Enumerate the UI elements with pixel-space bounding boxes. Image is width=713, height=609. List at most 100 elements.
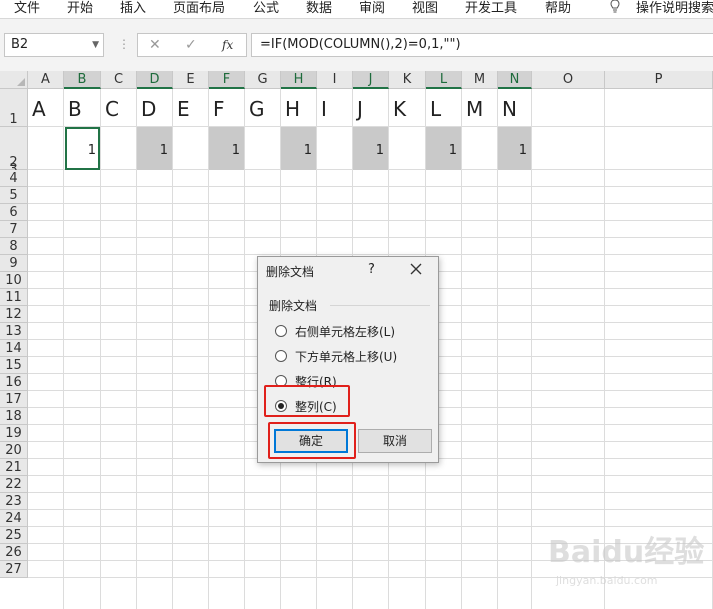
cell-J1[interactable]: J	[357, 97, 363, 121]
row-header-11[interactable]: 11	[0, 289, 28, 306]
dialog-title: 删除文档	[266, 265, 315, 279]
column-header-J[interactable]: J	[353, 71, 389, 89]
row-header-8[interactable]: 8	[0, 238, 28, 255]
cell-L2[interactable]: 1	[426, 143, 457, 158]
gridline	[28, 186, 713, 187]
row-header-12[interactable]: 12	[0, 306, 28, 323]
cell-D1[interactable]: D	[141, 97, 156, 121]
tab-page-layout[interactable]: 页面布局	[173, 0, 225, 16]
column-header-N[interactable]: N	[498, 71, 532, 89]
close-icon[interactable]	[408, 261, 424, 277]
column-header-B[interactable]: B	[64, 71, 101, 89]
cell-F1[interactable]: F	[213, 97, 225, 121]
group-label: 删除文档	[269, 299, 318, 313]
tab-help[interactable]: 帮助	[545, 0, 571, 16]
radio-shift-left[interactable]	[275, 325, 287, 337]
cell-I1[interactable]: I	[321, 97, 327, 121]
row-header-22[interactable]: 22	[0, 476, 28, 493]
baidu-watermark: Baidu经验 jingyan.baidu.com	[548, 527, 708, 605]
column-header-C[interactable]: C	[101, 71, 137, 89]
row-header-7[interactable]: 7	[0, 221, 28, 238]
option-label: 下方单元格上移(U)	[295, 350, 398, 364]
insert-function-icon[interactable]: fx	[222, 34, 233, 56]
cancel-button[interactable]: 取消	[358, 429, 432, 453]
help-button[interactable]: ?	[368, 262, 375, 277]
column-header-L[interactable]: L	[426, 71, 462, 89]
column-header-D[interactable]: D	[137, 71, 173, 89]
chevron-down-icon[interactable]: ▼	[92, 34, 99, 56]
cell-H2[interactable]: 1	[281, 143, 312, 158]
gridline	[28, 509, 713, 510]
cancel-formula-icon[interactable]: ✕	[149, 34, 161, 56]
row-header-27[interactable]: 27	[0, 561, 28, 578]
column-header-F[interactable]: F	[209, 71, 245, 89]
column-header-H[interactable]: H	[281, 71, 317, 89]
cell-M1[interactable]: M	[466, 97, 483, 121]
row-header-10[interactable]: 10	[0, 272, 28, 289]
tab-view[interactable]: 视图	[412, 0, 438, 16]
row-header-4[interactable]: 4	[0, 170, 28, 187]
cell-C1[interactable]: C	[105, 97, 119, 121]
row-header-20[interactable]: 20	[0, 442, 28, 459]
row-header-14[interactable]: 14	[0, 340, 28, 357]
column-header-P[interactable]: P	[605, 71, 713, 89]
cell-E1[interactable]: E	[177, 97, 190, 121]
cell-N1[interactable]: N	[502, 97, 517, 121]
row-header-1[interactable]: 1	[0, 89, 28, 127]
name-box[interactable]: B2 ▼	[4, 33, 104, 57]
more-dots-icon[interactable]: ⋮	[118, 33, 130, 55]
tab-insert[interactable]: 插入	[120, 0, 146, 16]
cell-K1[interactable]: K	[393, 97, 406, 121]
row-header-16[interactable]: 16	[0, 374, 28, 391]
column-header-I[interactable]: I	[317, 71, 353, 89]
cell-B1[interactable]: B	[68, 97, 82, 121]
formula-input[interactable]: =IF(MOD(COLUMN(),2)=0,1,"")	[251, 33, 713, 57]
row-header-24[interactable]: 24	[0, 510, 28, 527]
tab-developer[interactable]: 开发工具	[465, 0, 517, 16]
tab-formulas[interactable]: 公式	[253, 0, 279, 16]
gridline	[531, 89, 532, 609]
formula-buttons: ✕ ✓ fx	[137, 33, 247, 57]
tab-review[interactable]: 审阅	[359, 0, 385, 16]
gridline	[28, 254, 713, 255]
row-header-6[interactable]: 6	[0, 204, 28, 221]
column-header-M[interactable]: M	[462, 71, 498, 89]
tab-home[interactable]: 开始	[67, 0, 93, 16]
cell-A1[interactable]: A	[32, 97, 46, 121]
row-header-26[interactable]: 26	[0, 544, 28, 561]
column-header-G[interactable]: G	[245, 71, 281, 89]
cell-D2[interactable]: 1	[137, 143, 168, 158]
column-header-K[interactable]: K	[389, 71, 426, 89]
gridline	[63, 89, 64, 609]
cell-F2[interactable]: 1	[209, 143, 240, 158]
row-header-19[interactable]: 19	[0, 425, 28, 442]
row-header-15[interactable]: 15	[0, 357, 28, 374]
select-all-corner[interactable]	[0, 71, 28, 89]
gridline	[461, 89, 462, 609]
cell-H1[interactable]: H	[285, 97, 300, 121]
gridline	[28, 492, 713, 493]
row-header-25[interactable]: 25	[0, 527, 28, 544]
tab-file[interactable]: 文件	[14, 0, 40, 16]
cell-N2[interactable]: 1	[498, 143, 527, 158]
group-divider	[330, 305, 430, 306]
radio-shift-up[interactable]	[275, 350, 287, 362]
row-header-5[interactable]: 5	[0, 187, 28, 204]
row-header-13[interactable]: 13	[0, 323, 28, 340]
row-header-17[interactable]: 17	[0, 391, 28, 408]
column-header-O[interactable]: O	[532, 71, 605, 89]
cell-G1[interactable]: G	[249, 97, 265, 121]
enter-formula-icon[interactable]: ✓	[185, 34, 197, 56]
row-header-23[interactable]: 23	[0, 493, 28, 510]
column-header-E[interactable]: E	[173, 71, 209, 89]
cell-J2[interactable]: 1	[353, 143, 384, 158]
tab-data[interactable]: 数据	[306, 0, 332, 16]
column-header-A[interactable]: A	[28, 71, 64, 89]
tell-me-label: 操作说明搜索	[636, 1, 713, 16]
cell-L1[interactable]: L	[430, 97, 441, 121]
gridline	[100, 89, 101, 609]
row-header-18[interactable]: 18	[0, 408, 28, 425]
row-header-21[interactable]: 21	[0, 459, 28, 476]
gridline	[28, 220, 713, 221]
row-header-9[interactable]: 9	[0, 255, 28, 272]
